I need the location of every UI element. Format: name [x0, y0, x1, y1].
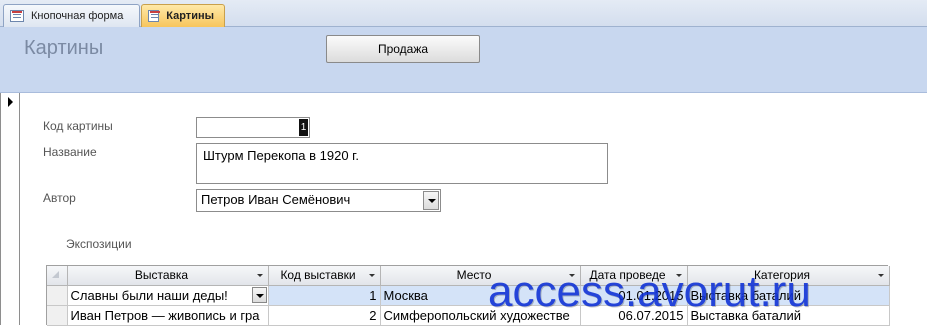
form-icon [10, 10, 24, 22]
name-label: Название [43, 145, 97, 159]
code-label: Код картины [43, 119, 113, 133]
tab-label: Кнопочная форма [31, 10, 124, 22]
tab-switchboard[interactable]: Кнопочная форма [3, 4, 140, 27]
current-record-arrow-icon [8, 97, 13, 107]
table-cell[interactable]: 2 [268, 305, 381, 326]
form-title: Картины [24, 37, 104, 59]
code-value: 1 [299, 119, 308, 136]
chevron-down-icon[interactable] [423, 191, 439, 210]
column-header-exhibition-code[interactable]: Код выставки [268, 266, 381, 286]
watermark: access.avorut.ru [488, 267, 811, 316]
exhibitions-label: Экспозиции [66, 237, 132, 251]
row-selector[interactable] [47, 305, 68, 326]
author-combobox[interactable]: Петров Иван Семёнович [196, 189, 441, 212]
sort-arrow-icon[interactable] [368, 274, 375, 277]
chevron-down-icon[interactable] [251, 286, 267, 303]
exhibition-combobox[interactable]: Славны были наши деды! [66, 284, 269, 306]
sale-button[interactable]: Продажа [326, 35, 480, 63]
document-tab-strip: Кнопочная форма Картины [0, 0, 927, 27]
sort-arrow-icon[interactable] [877, 274, 884, 277]
form-header: Картины Продажа [0, 27, 927, 93]
form-icon [148, 10, 161, 22]
row-selector[interactable] [47, 285, 68, 306]
column-header-exhibition[interactable]: Выставка [67, 266, 269, 286]
code-field[interactable]: 1 [196, 117, 310, 138]
tab-label: Картины [166, 10, 214, 22]
author-value: Петров Иван Семёнович [201, 192, 351, 207]
select-all-corner[interactable] [47, 266, 68, 286]
sort-arrow-icon[interactable] [256, 274, 263, 277]
table-cell[interactable]: Иван Петров — живопись и гра [67, 305, 269, 326]
author-label: Автор [43, 191, 76, 205]
record-selector[interactable] [0, 93, 20, 325]
table-cell[interactable]: 1 [268, 285, 381, 306]
tab-paintings[interactable]: Картины [141, 4, 225, 27]
name-field[interactable]: Штурм Перекопа в 1920 г. [196, 143, 608, 184]
